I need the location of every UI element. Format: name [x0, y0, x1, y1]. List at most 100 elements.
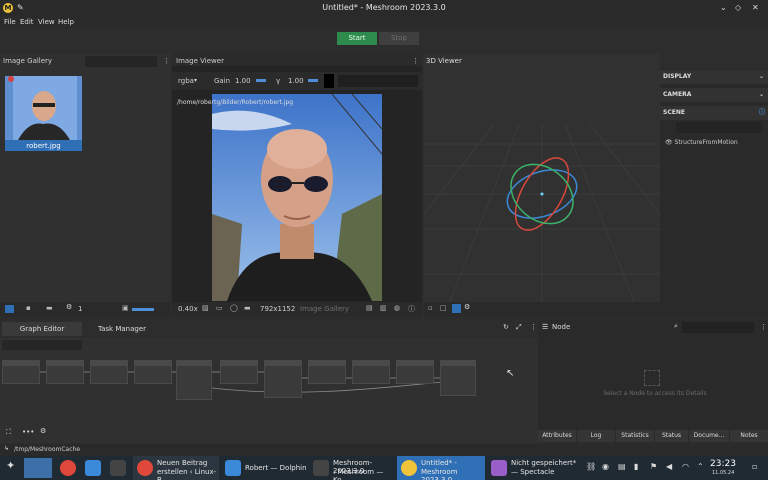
- app-launcher-icon[interactable]: ✦: [6, 459, 15, 472]
- tab-notes[interactable]: Notes: [730, 430, 768, 442]
- gallery-menu-icon[interactable]: ⋮: [163, 57, 170, 65]
- portrait-thumbnail-image: [5, 76, 82, 146]
- graph-editor-canvas[interactable]: ↖ ⛶ ••• ⚙: [0, 338, 538, 443]
- node-search-input[interactable]: [682, 322, 754, 333]
- histogram-icon[interactable]: ▥: [380, 304, 387, 312]
- menu-help[interactable]: Help: [58, 18, 74, 26]
- gallery-search-input[interactable]: [85, 56, 157, 67]
- menu-edit[interactable]: Edit: [20, 18, 34, 26]
- start-button[interactable]: Start: [337, 32, 377, 45]
- scene-item-sfm[interactable]: 👁 StructureFromMotion: [665, 139, 738, 146]
- eye-icon[interactable]: 👁: [665, 139, 673, 146]
- graph-node[interactable]: [134, 360, 172, 384]
- dolphin-icon[interactable]: [85, 460, 101, 476]
- rectangle-icon[interactable]: ▭: [216, 304, 223, 312]
- node-menu-icon[interactable]: ⋮: [760, 323, 767, 331]
- clock-date[interactable]: 11.05.24: [712, 470, 734, 476]
- tab-status[interactable]: Status: [655, 430, 688, 442]
- info-icon[interactable]: ⓘ: [408, 304, 415, 314]
- graph-node[interactable]: [308, 360, 346, 384]
- graph-node[interactable]: [90, 360, 128, 384]
- show-desktop-icon[interactable]: ▫: [752, 462, 757, 471]
- display-section[interactable]: DISPLAY ⌄: [660, 70, 768, 84]
- task-browser[interactable]: Neuen Beitrag erstellen ‹ Linux-B...: [133, 456, 219, 480]
- device-tray-icon[interactable]: ▮: [634, 462, 638, 471]
- graph-node[interactable]: [176, 360, 212, 400]
- ellipse-icon[interactable]: ◯: [230, 304, 238, 312]
- clock-time[interactable]: 23:23: [710, 459, 736, 469]
- expand-icon[interactable]: ⤢: [516, 323, 522, 332]
- tab-statistics[interactable]: Statistics: [616, 430, 654, 442]
- more-options-icon[interactable]: •••: [22, 428, 34, 436]
- scene-search-input[interactable]: [676, 122, 762, 133]
- menu-view[interactable]: View: [38, 18, 55, 26]
- graph-node[interactable]: [2, 360, 40, 384]
- clipboard-tray-icon[interactable]: ▤: [618, 462, 626, 471]
- gamma-label: γ: [276, 77, 281, 85]
- 3d-viewer-panel[interactable]: 3D Viewer: [424, 54, 660, 317]
- minus-icon[interactable]: ▬: [244, 304, 251, 312]
- konsole-icon[interactable]: [110, 460, 126, 476]
- image-viewer-title: Image Viewer: [176, 57, 224, 65]
- metadata-icon[interactable]: ▤: [366, 304, 373, 312]
- globe-icon[interactable]: ◍: [394, 304, 400, 312]
- graph-node[interactable]: [440, 360, 476, 396]
- tab-documentation[interactable]: Docume...: [689, 430, 729, 442]
- viewer-menu-icon[interactable]: ⋮: [412, 57, 419, 65]
- graph-node[interactable]: [352, 360, 390, 384]
- gamma-slider[interactable]: [308, 79, 318, 82]
- minimize-icon[interactable]: ⌄: [720, 3, 727, 12]
- chrome-icon[interactable]: [60, 460, 76, 476]
- task-spectacle[interactable]: Nicht gespeichert* — Spectacle: [487, 456, 577, 480]
- gizmo-icon[interactable]: ⚙: [464, 303, 470, 311]
- gamma-value[interactable]: 1.00: [288, 77, 304, 85]
- task-dolphin[interactable]: Robert — Dolphin: [221, 456, 307, 480]
- graph-node[interactable]: [46, 360, 84, 384]
- task-konsole[interactable]: Meshroom-2023.3.0 : Meshroom — Ko...: [309, 456, 395, 480]
- settings-icon[interactable]: ⚙: [66, 303, 72, 311]
- refresh-icon[interactable]: ↻: [503, 323, 509, 331]
- gain-label: Gain: [214, 77, 231, 85]
- image-filter-icon[interactable]: [5, 305, 14, 313]
- image-source-select[interactable]: Image Gallery: [300, 305, 349, 313]
- menu-file[interactable]: File: [4, 18, 16, 26]
- folder-icon[interactable]: ▬: [46, 304, 53, 312]
- gain-slider[interactable]: [256, 79, 266, 82]
- node-list-icon: ☰: [542, 323, 549, 331]
- wifi-tray-icon[interactable]: ◠: [682, 462, 689, 471]
- notification-tray-icon[interactable]: ⚑: [650, 462, 657, 471]
- displayed-image[interactable]: [212, 94, 382, 301]
- channel-select[interactable]: rgba: [178, 77, 194, 85]
- gain-value[interactable]: 1.00: [235, 77, 251, 85]
- scene-section[interactable]: SCENE ⓘ: [660, 106, 768, 120]
- fit-view-icon[interactable]: ⛶: [6, 428, 11, 437]
- frame-icon[interactable]: ▫: [428, 304, 433, 312]
- network-tray-icon[interactable]: ⛓: [586, 462, 596, 471]
- task-meshroom[interactable]: Untitled* - Meshroom 2023.3.0: [397, 456, 485, 480]
- thumbnail-robert[interactable]: [5, 76, 82, 146]
- graph-node[interactable]: [220, 360, 258, 384]
- graph-menu-icon[interactable]: ⋮: [530, 323, 537, 331]
- graph-settings-icon[interactable]: ⚙: [40, 427, 46, 435]
- thumbnail-size-slider[interactable]: [132, 308, 154, 311]
- grid-toggle-icon[interactable]: [452, 304, 461, 313]
- square-icon[interactable]: □: [440, 304, 447, 312]
- desktop-pager[interactable]: [24, 458, 52, 478]
- tab-graph-editor[interactable]: Graph Editor: [2, 322, 82, 336]
- size-icon: ▣: [122, 304, 129, 312]
- camera-icon[interactable]: ▪: [26, 304, 31, 312]
- steam-tray-icon[interactable]: ◉: [602, 462, 609, 471]
- camera-section[interactable]: CAMERA ⌄: [660, 88, 768, 102]
- volume-tray-icon[interactable]: ◀: [666, 462, 672, 471]
- tab-task-manager[interactable]: Task Manager: [82, 322, 162, 336]
- hdr-icon[interactable]: ▨: [202, 304, 209, 312]
- tab-attributes[interactable]: Attributes: [538, 430, 576, 442]
- tray-expand-icon[interactable]: ⌃: [697, 462, 704, 471]
- search-icon[interactable]: ⌕: [674, 322, 678, 331]
- stop-button[interactable]: Stop: [379, 32, 419, 45]
- graph-node[interactable]: [264, 360, 302, 398]
- tab-log[interactable]: Log: [577, 430, 615, 442]
- graph-node[interactable]: [396, 360, 434, 384]
- maximize-icon[interactable]: ◇: [735, 3, 741, 12]
- close-icon[interactable]: ✕: [752, 3, 759, 12]
